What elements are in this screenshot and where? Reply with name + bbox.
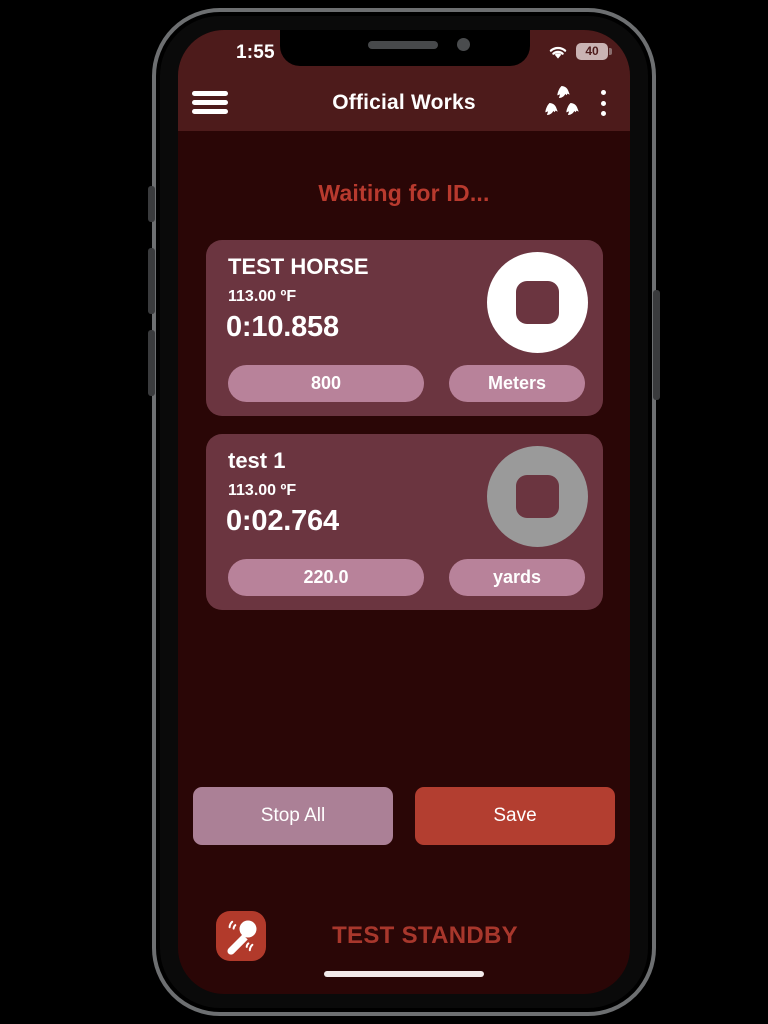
stop-square-icon bbox=[516, 281, 559, 324]
stop-timer-button[interactable] bbox=[487, 446, 588, 547]
horse-temperature-label: 113.00 ºF bbox=[228, 288, 297, 305]
home-indicator[interactable] bbox=[324, 971, 484, 977]
stop-square-icon bbox=[516, 475, 559, 518]
earpiece-speaker bbox=[368, 41, 438, 49]
horse-timer-card[interactable]: test 1 113.00 ºF 0:02.764 220.0 yards bbox=[206, 434, 603, 610]
battery-indicator: 40 bbox=[576, 43, 612, 60]
battery-level-label: 40 bbox=[585, 44, 599, 58]
stop-all-button[interactable]: Stop All bbox=[193, 787, 393, 845]
kebab-dot bbox=[600, 90, 606, 95]
distance-pill[interactable]: 800 bbox=[228, 365, 424, 402]
unit-pill[interactable]: yards bbox=[449, 559, 585, 596]
volume-down-button[interactable] bbox=[148, 330, 155, 396]
volume-up-button[interactable] bbox=[148, 248, 155, 314]
save-button[interactable]: Save bbox=[415, 787, 615, 845]
stop-timer-button[interactable] bbox=[487, 252, 588, 353]
distance-pill[interactable]: 220.0 bbox=[228, 559, 424, 596]
horse-heads-logo-icon[interactable] bbox=[540, 85, 580, 123]
kebab-dot bbox=[600, 100, 606, 106]
waiting-for-id-message: Waiting for ID... bbox=[318, 180, 490, 206]
kebab-menu-icon[interactable] bbox=[592, 88, 614, 118]
front-camera-icon bbox=[457, 38, 470, 51]
bottom-status-bar: TEST STANDBY bbox=[178, 904, 630, 968]
test-status-label: TEST STANDBY bbox=[332, 922, 518, 949]
app-bar-nav-row: Official Works bbox=[178, 74, 630, 131]
unit-pill[interactable]: Meters bbox=[449, 365, 585, 402]
power-button[interactable] bbox=[653, 290, 660, 400]
phone-screen: 1:55 40 Official Works Waiting for ID...… bbox=[178, 30, 630, 994]
screenshot-stage: 1:55 40 Official Works Waiting for ID...… bbox=[0, 0, 768, 1024]
horse-name-label: TEST HORSE bbox=[228, 254, 369, 279]
kebab-dot bbox=[600, 111, 606, 116]
silence-switch[interactable] bbox=[148, 186, 155, 222]
wifi-icon bbox=[549, 46, 567, 59]
horse-name-label: test 1 bbox=[228, 448, 286, 473]
horse-elapsed-time: 0:10.858 bbox=[226, 311, 339, 343]
horse-temperature-label: 113.00 ºF bbox=[228, 482, 297, 499]
horse-elapsed-time: 0:02.764 bbox=[226, 505, 339, 537]
status-bar-clock: 1:55 bbox=[236, 42, 275, 63]
action-button-bar: Stop All Save bbox=[178, 787, 630, 845]
horse-timer-card[interactable]: TEST HORSE 113.00 ºF 0:10.858 800 Meters bbox=[206, 240, 603, 416]
status-bar-indicators: 40 bbox=[547, 43, 612, 60]
